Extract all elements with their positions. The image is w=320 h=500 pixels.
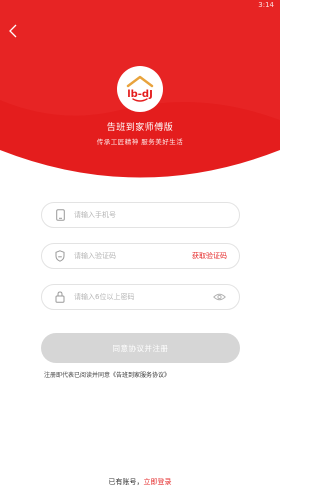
back-arrow-icon <box>9 24 17 38</box>
password-field[interactable] <box>41 284 240 310</box>
app-title: 告班到家师傅版 <box>106 123 174 133</box>
verification-code-input[interactable] <box>74 252 192 260</box>
login-prompt-text: 已有账号， <box>108 478 144 486</box>
get-code-button[interactable]: 获取验证码 <box>192 251 227 261</box>
service-agreement-link[interactable]: 《告班到家服务协议》 <box>110 372 170 379</box>
register-button[interactable]: 同意协议并注册 <box>41 333 240 363</box>
phone-input[interactable] <box>74 211 239 219</box>
password-input[interactable] <box>74 293 213 301</box>
verification-code-field[interactable]: 获取验证码 <box>41 243 240 269</box>
logo-mark-icon: lb-dJ <box>126 75 154 102</box>
phone-field[interactable] <box>41 202 240 228</box>
status-time: 3:14 <box>258 1 274 9</box>
agreement-text: 注册即代表已阅读并同意《告班到家服务协议》 <box>44 370 244 379</box>
app-logo: lb-dJ <box>117 66 163 112</box>
phone-icon <box>54 209 66 221</box>
login-prompt: 已有账号，立即登录 <box>0 477 280 487</box>
eye-icon[interactable] <box>213 292 227 302</box>
agreement-prefix: 注册即代表已阅读并同意 <box>44 372 111 379</box>
app-slogan: 传承工匠精神 服务美好生活 <box>96 138 184 146</box>
lock-icon <box>54 291 66 303</box>
logo-text: lb-dJ <box>127 89 153 100</box>
back-button[interactable] <box>6 22 20 40</box>
login-link[interactable]: 立即登录 <box>144 478 172 486</box>
shield-icon <box>54 250 66 262</box>
